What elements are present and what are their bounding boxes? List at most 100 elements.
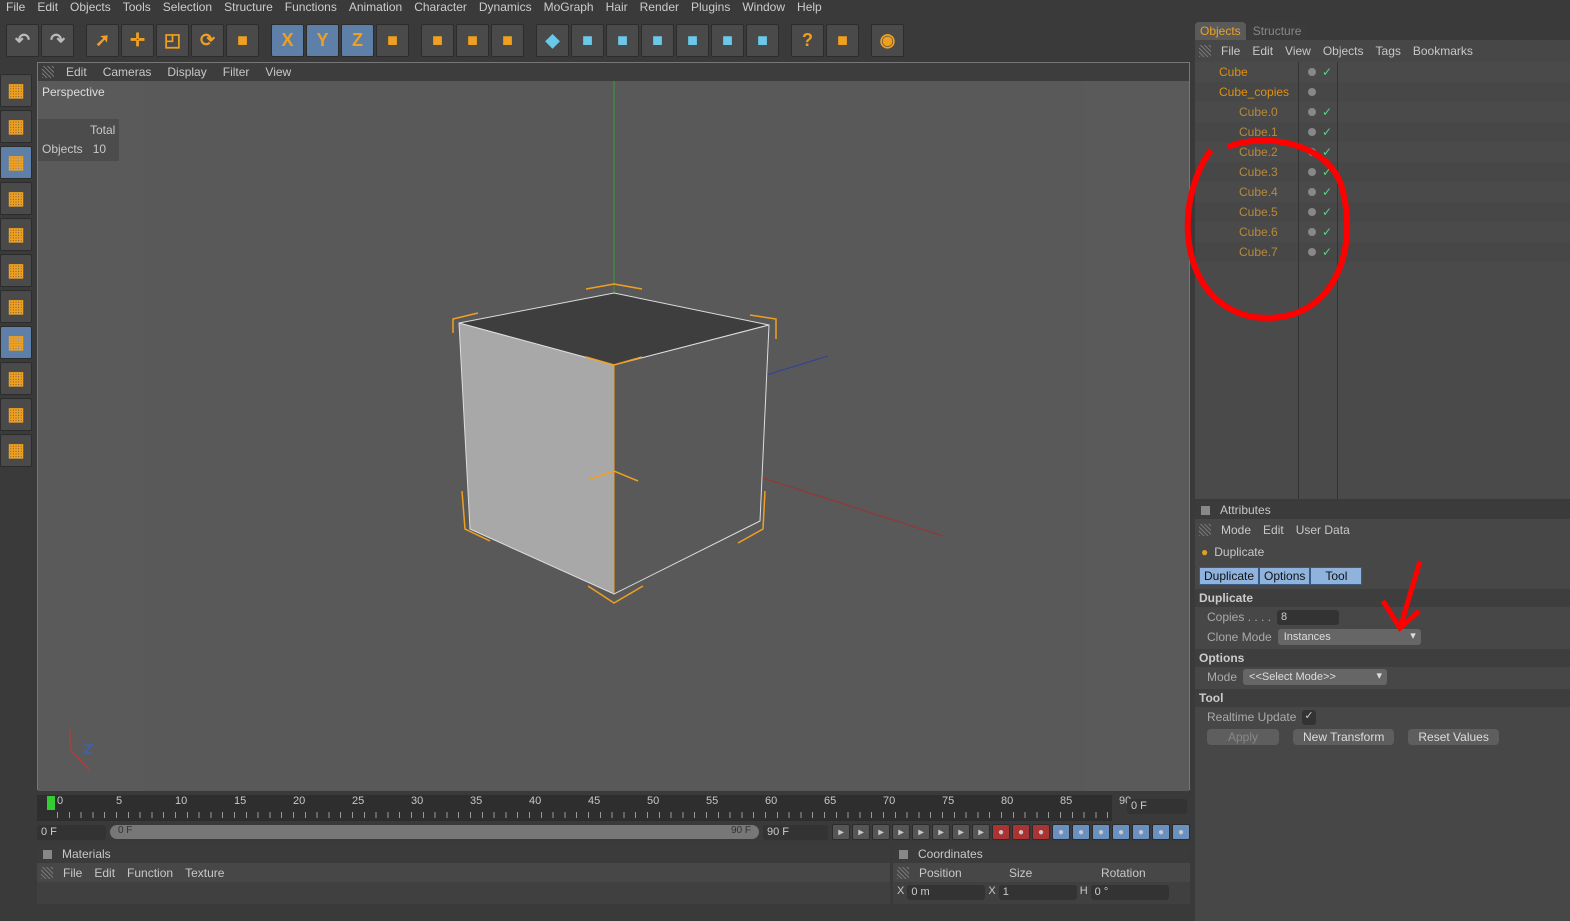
- sculpt-icon[interactable]: ▦: [0, 434, 32, 467]
- start-frame-field[interactable]: 0 F: [37, 824, 106, 840]
- y-axis-icon[interactable]: Y: [306, 23, 339, 57]
- last-frame-icon[interactable]: ▸: [972, 824, 990, 840]
- tab-objects[interactable]: Objects: [1195, 22, 1246, 40]
- end-frame-field[interactable]: 90 F: [762, 824, 828, 840]
- visibility-dot-icon[interactable]: [1308, 68, 1316, 76]
- play-back-icon[interactable]: ▸: [892, 824, 910, 840]
- menu-hair[interactable]: Hair: [600, 0, 634, 15]
- object-mode-icon[interactable]: ▦: [0, 110, 32, 143]
- object-name[interactable]: Cube.0: [1195, 105, 1300, 119]
- coordinate-system-icon[interactable]: ■: [376, 23, 409, 57]
- timeline-ruler[interactable]: 0 5 10 15 20 25 30 35 40 45 50 55 60 65 70 75 80 85 90 0 F: [37, 795, 1190, 821]
- copies-input[interactable]: 8: [1277, 609, 1340, 625]
- object-name[interactable]: Cube: [1195, 65, 1300, 79]
- next-key-icon[interactable]: ▸: [952, 824, 970, 840]
- paint-icon[interactable]: ▦: [0, 398, 32, 431]
- record-icon[interactable]: ●: [992, 824, 1010, 840]
- rotate-icon[interactable]: ⟳: [191, 23, 224, 57]
- viewport[interactable]: Edit Cameras Display Filter View Perspective…: [37, 62, 1190, 791]
- materials-menu-function[interactable]: Function: [121, 866, 179, 880]
- polygons-mode-icon[interactable]: ▦: [0, 218, 32, 251]
- objects-menu-tags[interactable]: Tags: [1370, 44, 1407, 58]
- prev-key-icon[interactable]: ▸: [852, 824, 870, 840]
- attr-tab-tool[interactable]: Tool: [1310, 567, 1363, 585]
- play-icon[interactable]: ▸: [912, 824, 930, 840]
- materials-menu-edit[interactable]: Edit: [88, 866, 121, 880]
- tweak-mode-icon[interactable]: ▦: [0, 362, 32, 395]
- objects-menu-bookmarks[interactable]: Bookmarks: [1407, 44, 1479, 58]
- visibility-dot-icon[interactable]: [1308, 88, 1316, 96]
- menu-edit[interactable]: Edit: [31, 0, 64, 15]
- model-mode-icon[interactable]: ▦: [0, 74, 32, 107]
- enabled-check-icon[interactable]: ✓: [1322, 65, 1332, 79]
- object-row[interactable]: Cube_copies: [1195, 82, 1570, 102]
- script-icon[interactable]: ■: [826, 23, 859, 57]
- viewport-menu-cameras[interactable]: Cameras: [95, 65, 160, 79]
- undo-icon[interactable]: ↶: [6, 23, 39, 57]
- current-frame-field[interactable]: 0 F: [1127, 799, 1187, 814]
- x-size-field[interactable]: 1: [998, 885, 1077, 900]
- menu-render[interactable]: Render: [634, 0, 685, 15]
- objects-menu-edit[interactable]: Edit: [1246, 44, 1279, 58]
- scale-key-icon[interactable]: ●: [1072, 824, 1090, 840]
- menu-selection[interactable]: Selection: [157, 0, 218, 15]
- array-icon[interactable]: ■: [641, 23, 674, 57]
- viewport-menu-view[interactable]: View: [257, 65, 299, 79]
- x-axis-icon[interactable]: X: [271, 23, 304, 57]
- attr-tab-duplicate[interactable]: Duplicate: [1199, 567, 1260, 585]
- new-transform-button[interactable]: New Transform: [1293, 729, 1395, 745]
- first-frame-icon[interactable]: ▸: [832, 824, 850, 840]
- mode-dropdown[interactable]: <<Select Mode>>: [1243, 669, 1388, 685]
- perspective-view[interactable]: Perspective Total Objects 10: [38, 81, 1189, 791]
- select-icon[interactable]: ➚: [86, 23, 119, 57]
- render-picture-viewer-icon[interactable]: ■: [456, 23, 489, 57]
- object-name[interactable]: Cube_copies: [1195, 85, 1300, 99]
- move-key-icon[interactable]: ●: [1052, 824, 1070, 840]
- materials-menu-texture[interactable]: Texture: [179, 866, 230, 880]
- z-axis-icon[interactable]: Z: [341, 23, 374, 57]
- web-icon[interactable]: ◉: [871, 23, 904, 57]
- h-rotation-field[interactable]: 0 °: [1090, 885, 1169, 900]
- attributes-menu-mode[interactable]: Mode: [1215, 523, 1257, 537]
- menu-help[interactable]: Help: [791, 0, 828, 15]
- nurbs-icon[interactable]: ■: [606, 23, 639, 57]
- rotate-key-icon[interactable]: ●: [1092, 824, 1110, 840]
- enabled-check-icon[interactable]: ✓: [1322, 105, 1332, 119]
- edges-mode-icon[interactable]: ▦: [0, 182, 32, 215]
- realtime-update-checkbox[interactable]: ✓: [1302, 709, 1317, 725]
- objects-menu-view[interactable]: View: [1279, 44, 1317, 58]
- objects-menu-objects[interactable]: Objects: [1317, 44, 1370, 58]
- pla-key-icon[interactable]: ●: [1132, 824, 1150, 840]
- menu-character[interactable]: Character: [408, 0, 473, 15]
- visibility-dot-icon[interactable]: [1308, 108, 1316, 116]
- scene-cube[interactable]: [38, 81, 1191, 791]
- attributes-menu-edit[interactable]: Edit: [1257, 523, 1290, 537]
- keyframe-help-icon[interactable]: ●: [1032, 824, 1050, 840]
- objects-menu-file[interactable]: File: [1215, 44, 1246, 58]
- point-key-icon[interactable]: ●: [1152, 824, 1170, 840]
- apply-button[interactable]: Apply: [1207, 729, 1279, 745]
- menu-file[interactable]: File: [0, 0, 31, 15]
- texture-mode-icon[interactable]: ▦: [0, 290, 32, 323]
- move-icon[interactable]: ✛: [121, 23, 154, 57]
- redo-icon[interactable]: ↷: [41, 23, 74, 57]
- menu-dynamics[interactable]: Dynamics: [473, 0, 538, 15]
- viewport-menu-edit[interactable]: Edit: [58, 65, 95, 79]
- settings-icon[interactable]: ●: [1172, 824, 1190, 840]
- frame-range-slider[interactable]: 0 F 90 F: [109, 825, 759, 839]
- playhead[interactable]: [47, 796, 55, 810]
- render-view-icon[interactable]: ■: [421, 23, 454, 57]
- axis-mode-icon[interactable]: ▦: [0, 254, 32, 287]
- x-position-field[interactable]: 0 m: [907, 885, 986, 900]
- menu-mograph[interactable]: MoGraph: [538, 0, 600, 15]
- deformer-icon[interactable]: ■: [676, 23, 709, 57]
- cube-icon[interactable]: ◆: [536, 23, 569, 57]
- menu-window[interactable]: Window: [736, 0, 791, 15]
- live-select-icon[interactable]: ■: [226, 23, 259, 57]
- scene-icon[interactable]: ■: [711, 23, 744, 57]
- points-mode-icon[interactable]: ▦: [0, 146, 32, 179]
- materials-menu-file[interactable]: File: [57, 866, 88, 880]
- autokey-icon[interactable]: ●: [1012, 824, 1030, 840]
- menu-plugins[interactable]: Plugins: [685, 0, 736, 15]
- help-icon[interactable]: ?: [791, 23, 824, 57]
